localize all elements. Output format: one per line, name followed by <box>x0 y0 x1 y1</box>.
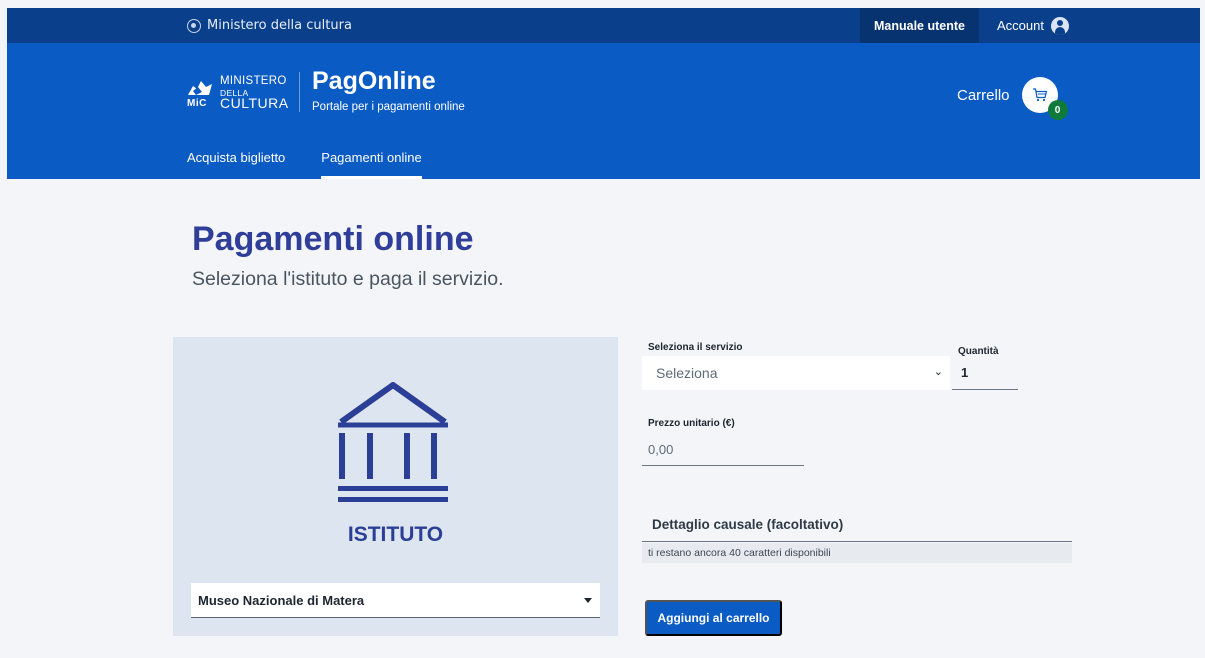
cart-icon-circle: 0 <box>1021 77 1068 120</box>
nav-item-pagamenti-online[interactable]: Pagamenti online <box>321 143 423 179</box>
price-input[interactable]: 0,00 <box>642 432 804 466</box>
main-nav: Acquista biglietto Pagamenti online <box>187 143 423 179</box>
institute-card: ISTITUTO Museo Nazionale di Matera <box>173 337 618 636</box>
mic-logo[interactable]: MiC MINISTERO DELLA CULTURA <box>185 74 295 112</box>
ministry-label: Ministero della cultura <box>207 18 352 33</box>
page-subtitle: Seleziona l'istituto e paga il servizio. <box>192 268 504 290</box>
logo-mic-text: MiC <box>187 98 207 109</box>
mic-logo-symbol-icon <box>188 81 212 95</box>
cart-count-badge: 0 <box>1047 100 1068 120</box>
caret-down-icon <box>584 598 592 603</box>
chevron-down-icon: ⌄ <box>933 366 943 378</box>
institute-select[interactable]: Museo Nazionale di Matera <box>191 583 600 618</box>
header: MiC MINISTERO DELLA CULTURA PagOnline Po… <box>7 43 1200 179</box>
quantity-input[interactable]: 1 <box>952 358 1018 390</box>
user-avatar-icon <box>1050 16 1069 35</box>
causale-char-counter: ti restano ancora 40 caratteri disponibi… <box>642 543 1072 563</box>
app-title[interactable]: PagOnline <box>312 67 436 96</box>
app-subtitle: Portale per i pagamenti online <box>312 101 465 113</box>
account-label: Account <box>997 18 1044 33</box>
page: Ministero della cultura Manuale utente A… <box>0 0 1205 658</box>
cart-button[interactable]: Carrello 0 <box>957 77 1068 120</box>
add-to-cart-button[interactable]: Aggiungi al carrello <box>645 600 782 636</box>
service-label: Seleziona il servizio <box>648 342 743 353</box>
nav-item-acquista-biglietto[interactable]: Acquista biglietto <box>187 143 285 179</box>
causale-input[interactable]: Dettaglio causale (facoltativo) <box>642 507 1072 542</box>
institute-label: ISTITUTO <box>347 523 444 546</box>
quantity-label: Quantità <box>958 346 999 357</box>
header-divider <box>299 72 300 112</box>
manual-button[interactable]: Manuale utente <box>860 8 979 43</box>
ministry-link[interactable]: Ministero della cultura <box>187 8 352 43</box>
institution-icon <box>338 382 448 502</box>
logo-line3: CULTURA <box>220 95 289 111</box>
logo-line1: MINISTERO <box>220 75 287 87</box>
account-button[interactable]: Account <box>997 8 1069 43</box>
top-bar: Ministero della cultura Manuale utente A… <box>7 8 1200 43</box>
page-title: Pagamenti online <box>192 220 474 258</box>
republic-emblem-icon <box>187 18 201 33</box>
service-select[interactable]: Seleziona ⌄ <box>642 356 950 390</box>
cart-icon <box>1032 88 1047 102</box>
service-select-value: Seleziona <box>656 365 718 381</box>
cart-label: Carrello <box>957 86 1010 104</box>
price-label: Prezzo unitario (€) <box>648 418 735 429</box>
institute-select-value: Museo Nazionale di Matera <box>198 592 365 608</box>
